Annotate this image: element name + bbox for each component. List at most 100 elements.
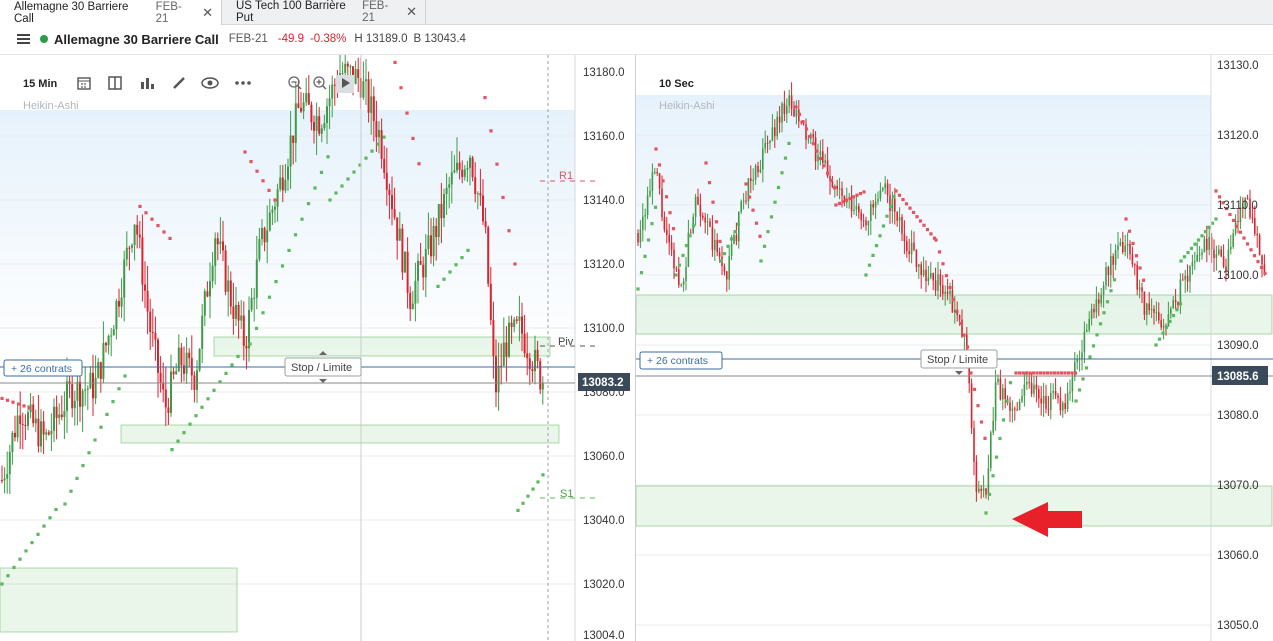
timeframe-selector[interactable]: 10 Sec [659,78,694,90]
sar-dot [489,129,493,133]
candle-body [435,226,438,237]
sar-dot [937,250,942,254]
sar-dot [1112,278,1117,282]
candle-body [146,290,149,312]
candle-body [518,316,521,321]
menu-icon[interactable] [17,34,30,44]
candle-body [281,177,284,191]
close-icon[interactable]: ✕ [406,4,417,20]
candle-body [27,412,29,426]
right-chart-panel[interactable]: 13130.0 13120.0 13110.0 13100.0 13090.0 13080… [636,55,1273,641]
tab-allemagne-30[interactable]: Allemagne 30 Barriere Call FEB-21 ✕ [0,0,222,25]
sar-dot [754,221,759,225]
sar-dot [1242,236,1246,240]
candle-body [279,177,282,190]
more-icon[interactable] [234,75,252,93]
stop-down-arrow [319,379,327,383]
y-axis-tick-label: 13060.0 [1217,550,1259,562]
close-icon[interactable]: ✕ [202,5,213,21]
candle-body [11,432,14,452]
sar-dot [719,259,723,263]
chart-type-label: Heikin-Ashi [659,100,715,112]
y-axis-tick-label: 13180.0 [583,67,625,79]
candle-body [99,362,102,379]
candle-body [242,315,245,346]
sar-dot [267,188,271,192]
candle-body [1,480,3,481]
candle-body [378,129,380,138]
candle-body [1095,299,1098,313]
candle-body [1186,275,1189,282]
right-chart[interactable]: 13130.0 13120.0 13110.0 13100.0 13090.0 13080… [636,55,1273,641]
left-chart-panel[interactable]: 13180.0 13160.0 13140.0 13120.0 13100.0 13080… [0,55,636,641]
candle-body [922,269,925,276]
candle-body [320,128,323,134]
candle-body [1026,382,1028,385]
candle-body [219,241,222,245]
candle-body [862,220,865,222]
sar-dot [915,215,919,219]
candle-body [484,221,487,228]
sar-dot [941,262,945,266]
sar-dot [168,236,172,240]
sar-dot [918,219,923,223]
sar-dot [972,387,977,391]
candle-body [896,211,898,221]
bar-chart-icon[interactable] [138,75,156,93]
candle-body [877,198,879,202]
candle-body [123,259,126,298]
candle-body [728,255,730,280]
sar-dot [460,256,464,260]
candle-body [1261,255,1263,265]
instrument-name[interactable]: Allemagne 30 Barriere Call [54,32,219,47]
sar-dot [466,248,470,252]
candle-body [73,400,76,409]
candle-body [19,415,22,425]
zoom-out-icon[interactable] [286,75,304,93]
y-axis-tick-label: 13080.0 [1217,410,1259,422]
candle-body [740,201,742,212]
tab-us-tech-100[interactable]: US Tech 100 Barrière Put FEB-21 ✕ [222,0,426,24]
timeframe-selector[interactable]: 15 Min [23,78,57,90]
candle-body [867,221,870,226]
candle-body [886,183,889,196]
sar-dot [888,204,893,208]
sar-dot [1134,254,1139,258]
candle-body [53,406,55,431]
candle-body [742,200,745,202]
y-axis-tick-label: 13120.0 [583,259,625,271]
sar-dot [636,287,640,291]
sar-dot [16,402,21,406]
candle-body [214,238,217,266]
candle-body [766,142,769,144]
sar-dot [1008,381,1013,385]
sar-dot [911,210,916,215]
sar-dot [18,557,22,561]
sar-dot [75,476,79,480]
sar-dot [42,524,46,528]
candle-body [162,382,165,390]
sar-dot [984,511,988,515]
left-chart[interactable]: 13180.013160.013140.013120.013100.013080… [0,55,635,641]
candle-body [824,160,826,164]
layout-icon[interactable] [106,75,124,93]
candle-body [1256,233,1258,236]
sar-dot [664,195,669,199]
play-icon[interactable] [336,75,354,93]
sar-dot [313,186,317,190]
sar-dot [736,222,741,226]
zoom-in-icon[interactable] [311,75,329,93]
candle-body [318,116,321,134]
position-tag-label: + 26 contrats [647,355,708,367]
sar-dot [1235,224,1239,228]
candle-body [666,229,668,235]
candle-body [40,421,42,447]
sar-dot [894,189,898,193]
candle-body [138,234,141,238]
sar-dot [1179,259,1183,263]
candle-body [398,228,401,241]
calendar-icon[interactable] [75,75,93,93]
candle-body [927,277,930,282]
eye-icon[interactable] [201,75,219,93]
pencil-icon[interactable] [170,75,188,93]
